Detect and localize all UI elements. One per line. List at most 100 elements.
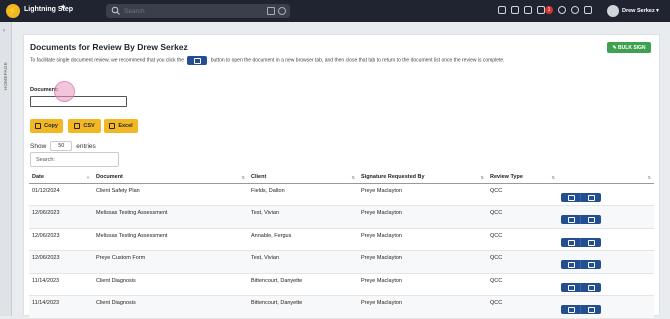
chevron-left-icon[interactable]: ‹ xyxy=(3,28,5,34)
open-new-tab-button[interactable] xyxy=(581,237,601,247)
review-type-cell: QCC xyxy=(487,295,558,319)
transfer-icon[interactable] xyxy=(498,6,506,14)
review-type-cell: QCC xyxy=(487,205,558,229)
excel-button[interactable]: Excel xyxy=(104,119,138,133)
client-cell: Test, Vivian xyxy=(248,250,358,274)
lightning-logo-icon[interactable]: ⚡ xyxy=(6,4,20,18)
column-header-date[interactable]: Date ▼ xyxy=(29,172,93,184)
action-group xyxy=(561,215,654,224)
column-header-label: Review Type xyxy=(490,174,523,181)
review-document-button[interactable] xyxy=(561,282,581,292)
review-document-button[interactable] xyxy=(561,192,581,202)
sort-icon: ⇅ xyxy=(647,175,651,180)
calendar-icon[interactable] xyxy=(511,6,519,14)
hint-text-after: button to open the document in a new bro… xyxy=(210,57,505,64)
client-cell: Annable, Fergus xyxy=(248,228,358,251)
action-group xyxy=(561,260,654,269)
document-cell: Preye Custom Form xyxy=(93,250,248,274)
open-new-tab-button[interactable] xyxy=(581,260,601,269)
requested-by-cell: Preye Maclayton xyxy=(358,183,487,206)
scan-icon[interactable] xyxy=(267,7,275,15)
bulk-sign-label: BULK SIGN xyxy=(618,44,646,51)
action-group xyxy=(561,282,654,292)
date-cell: 12/06/2023 xyxy=(29,250,93,274)
show-label: Show xyxy=(30,142,47,150)
client-cell: Fields, Dalton xyxy=(248,183,358,206)
open-tab-example-button[interactable] xyxy=(187,56,208,65)
copy-button[interactable]: Copy xyxy=(30,119,63,133)
review-document-button[interactable] xyxy=(561,237,581,247)
csv-icon xyxy=(74,123,81,129)
help-icon[interactable] xyxy=(571,6,579,14)
table-search-input[interactable]: Search: xyxy=(30,152,119,167)
column-header-label: Date xyxy=(32,174,44,181)
table-search-label: Search: xyxy=(36,156,55,163)
actions-cell xyxy=(558,183,654,206)
actions-cell xyxy=(558,250,654,274)
sidebar-homepage-label[interactable]: HOMEPAGE xyxy=(3,62,8,90)
messages-icon[interactable] xyxy=(537,6,545,14)
date-cell: 11/14/2023 xyxy=(29,295,93,319)
review-type-cell: QCC xyxy=(487,183,558,206)
documents-panel: Documents for Review By Drew Serkez ✎ BU… xyxy=(23,34,660,319)
requested-by-cell: Preye Maclayton xyxy=(358,250,487,274)
grid-icon[interactable] xyxy=(524,6,532,14)
global-search[interactable] xyxy=(106,4,290,18)
table-row: 12/06/2023 Melissas Testing Assessment Ann… xyxy=(29,228,654,251)
csv-button[interactable]: CSV xyxy=(68,119,101,133)
bell-icon[interactable] xyxy=(558,6,566,14)
requested-by-cell: Preye Maclayton xyxy=(358,295,487,319)
phone-icon[interactable] xyxy=(278,7,286,15)
requested-by-cell: Preye Maclayton xyxy=(358,205,487,229)
page-size-control: Show 50 entries xyxy=(30,141,96,151)
document-cell: Melissas Testing Assessment xyxy=(93,228,248,251)
column-header-actions[interactable]: ⇅ xyxy=(558,172,654,184)
date-cell: 11/14/2023 xyxy=(29,273,93,296)
column-header-client[interactable]: Client ⇅ xyxy=(248,172,358,184)
column-header-document[interactable]: Document ⇅ xyxy=(93,172,248,184)
date-cell: 01/12/2024 xyxy=(29,183,93,206)
column-header-review-type[interactable]: Review Type ⇅ xyxy=(487,172,558,184)
excel-label: Excel xyxy=(118,123,133,129)
client-cell: Test, Vivian xyxy=(248,205,358,229)
sort-icon: ⇅ xyxy=(480,175,484,180)
table-row: 12/06/2023 Melissas Testing Assessment Tes… xyxy=(29,205,654,229)
open-new-tab-button[interactable] xyxy=(581,192,601,202)
document-cell: Client Safety Plan xyxy=(93,183,248,206)
chevron-down-icon[interactable]: ▼ xyxy=(655,8,660,14)
table-header-row: Date ▼ Document ⇅ Client ⇅ Signature Reques… xyxy=(29,172,654,184)
search-icon xyxy=(111,6,120,15)
csv-label: CSV xyxy=(83,123,95,129)
column-header-label: Signature Requested By xyxy=(361,174,425,181)
sort-icon: ⇅ xyxy=(551,175,555,180)
column-header-signature-requested-by[interactable]: Signature Requested By ⇅ xyxy=(358,172,487,184)
avatar[interactable] xyxy=(607,5,619,17)
open-new-tab-button[interactable] xyxy=(581,215,601,224)
table-row: 01/12/2024 Client Safety Plan Fields, Dalt… xyxy=(29,183,654,206)
review-document-button[interactable] xyxy=(561,215,581,224)
notification-badge[interactable]: 1 xyxy=(545,6,553,14)
copy-label: Copy xyxy=(44,123,58,129)
table-row: 11/14/2023 Client Diagnosis Bittencourt, D… xyxy=(29,295,654,319)
action-group xyxy=(561,192,654,202)
review-document-button[interactable] xyxy=(561,260,581,269)
review-type-cell: QCC xyxy=(487,250,558,274)
copy-icon xyxy=(35,123,42,129)
actions-cell xyxy=(558,273,654,296)
page-size-select[interactable]: 50 xyxy=(50,141,73,151)
actions-cell xyxy=(558,205,654,229)
star-icon[interactable]: ★ xyxy=(60,3,66,11)
open-new-tab-button[interactable] xyxy=(581,305,601,314)
document-filter-input[interactable] xyxy=(30,96,127,107)
user-name[interactable]: Drew Serkez xyxy=(622,8,655,14)
sidebar: ‹ HOMEPAGE xyxy=(0,22,12,316)
entries-label: entries xyxy=(76,142,96,150)
click-indicator xyxy=(54,81,75,102)
open-new-tab-button[interactable] xyxy=(581,282,601,292)
document-cell: Client Diagnosis xyxy=(93,273,248,296)
action-group xyxy=(561,237,654,247)
bulk-sign-button[interactable]: ✎ BULK SIGN xyxy=(607,42,651,53)
search-input[interactable] xyxy=(124,7,264,15)
review-document-button[interactable] xyxy=(561,305,581,314)
link-icon[interactable] xyxy=(584,6,592,14)
